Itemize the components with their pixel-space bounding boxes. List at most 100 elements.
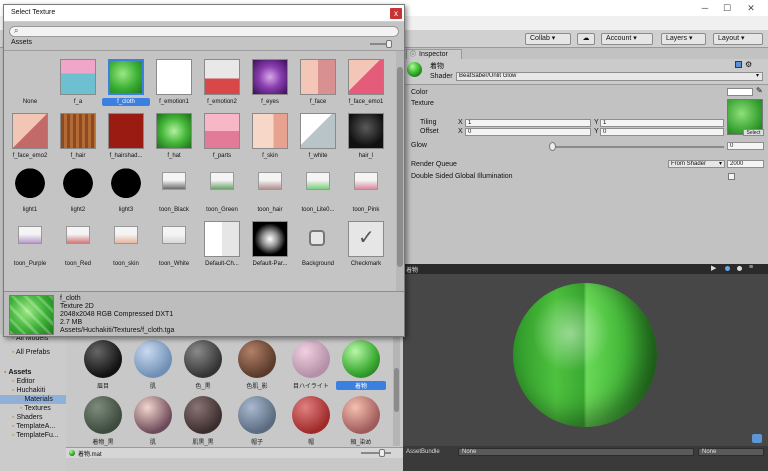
layout-button[interactable]: Layout ▾	[713, 33, 763, 45]
project-scrollbar[interactable]	[393, 336, 400, 446]
thumbnail-size-knob[interactable]	[379, 449, 385, 457]
texture-item-label: f_skin	[262, 153, 278, 159]
play-icon[interactable]: ▶	[711, 264, 716, 272]
chevron-down-icon: ▾	[718, 161, 722, 167]
texture-item[interactable]: f_white	[294, 109, 342, 169]
material-thumbnail	[84, 340, 122, 378]
tree-item[interactable]: ▪ Shaders	[0, 413, 66, 422]
texture-item[interactable]: None	[6, 55, 54, 115]
glow-slider-track[interactable]	[552, 146, 724, 148]
project-scrollbar-thumb[interactable]	[394, 368, 399, 412]
texture-item[interactable]: Default-Par...	[246, 217, 294, 277]
texture-item[interactable]: toon_Red	[54, 217, 102, 277]
texture-item[interactable]: toon_White	[150, 217, 198, 277]
texture-item[interactable]: f_a	[54, 55, 102, 115]
material-item[interactable]: 肌	[128, 396, 178, 446]
menu-icon[interactable]: ≡	[749, 264, 753, 271]
tree-item[interactable]: ▪ Editor	[0, 377, 66, 386]
dialog-zoom-knob[interactable]	[386, 40, 392, 48]
tag-icon[interactable]	[752, 434, 762, 443]
tree-item[interactable]: ▪ All Prefabs	[0, 348, 66, 357]
gear-icon[interactable]: ⚙	[745, 60, 752, 69]
cloud-icon[interactable]: ☁	[577, 33, 595, 45]
texture-item[interactable]: ✓ Checkmark	[342, 217, 390, 277]
texture-item[interactable]: f_face_emo2	[6, 109, 54, 169]
texture-item[interactable]: light2	[54, 163, 102, 223]
material-item[interactable]: 眉目	[78, 340, 128, 390]
tiling-x-field[interactable]: 1	[465, 119, 591, 127]
material-item[interactable]: 着物	[336, 340, 386, 390]
texture-item[interactable]: Default-Ch...	[198, 217, 246, 277]
texture-item[interactable]: toon_skin	[102, 217, 150, 277]
texture-item[interactable]: toon_Pink	[342, 163, 390, 223]
material-item[interactable]: 色肌_影	[232, 340, 282, 390]
material-item[interactable]: 帽	[286, 396, 336, 446]
maximize-icon[interactable]: ☐	[716, 2, 738, 14]
double-sided-gi-checkbox[interactable]	[728, 173, 735, 180]
color-swatch[interactable]	[727, 88, 753, 96]
render-queue-dropdown[interactable]: From Shader ▾	[668, 160, 725, 168]
minimize-icon[interactable]: ─	[694, 2, 716, 14]
shader-dropdown[interactable]: BeatSaber/Unlit Glow ▾	[456, 72, 763, 81]
texture-item[interactable]: f_emotion1	[150, 55, 198, 115]
thumbnail-size-slider[interactable]	[361, 452, 391, 454]
texture-item[interactable]: f_face	[294, 55, 342, 115]
tree-item[interactable]: ▪ Materials	[0, 395, 66, 404]
texture-item[interactable]: toon_Black	[150, 163, 198, 223]
texture-item[interactable]: Background	[294, 217, 342, 277]
assetbundle-dropdown[interactable]: None	[458, 448, 694, 456]
material-item[interactable]: 肌黒_黒	[178, 396, 228, 446]
texture-item[interactable]: toon_hair	[246, 163, 294, 223]
texture-item[interactable]: f_emotion2	[198, 55, 246, 115]
tree-item[interactable]: ▪ Assets	[0, 368, 66, 377]
dialog-close-button[interactable]: x	[390, 8, 402, 19]
close-window-icon[interactable]: ✕	[740, 2, 762, 14]
texture-item[interactable]: f_parts	[198, 109, 246, 169]
texture-item[interactable]: f_skin	[246, 109, 294, 169]
texture-item[interactable]: f_hat	[150, 109, 198, 169]
layers-button[interactable]: Layers ▾	[661, 33, 706, 45]
tree-item[interactable]: ▪ TemplateA...	[0, 422, 66, 431]
book-icon[interactable]	[735, 61, 742, 68]
material-item[interactable]: 色_黒	[178, 340, 228, 390]
texture-item[interactable]: f_cloth	[102, 55, 150, 115]
texture-item[interactable]: toon_Lite0...	[294, 163, 342, 223]
material-item[interactable]: 目ハイライト	[286, 340, 336, 390]
tree-item[interactable]: ▪ Huchakiti	[0, 386, 66, 395]
material-item[interactable]: 肌	[128, 340, 178, 390]
tab-inspector[interactable]: ⓘ Inspector	[406, 49, 462, 59]
eyedropper-icon[interactable]: ✎	[756, 86, 763, 95]
render-queue-value-field[interactable]: 2000	[727, 160, 764, 168]
texture-select-button[interactable]: Select	[743, 129, 764, 136]
light-icon[interactable]	[737, 266, 742, 271]
texture-item[interactable]: toon_Green	[198, 163, 246, 223]
texture-thumbnail	[354, 172, 378, 190]
texture-item[interactable]: f_face_emo1	[342, 55, 390, 115]
texture-item[interactable]: f_hairshad...	[102, 109, 150, 169]
tiling-y-label: Y	[594, 119, 599, 126]
texture-item[interactable]: hair_l	[342, 109, 390, 169]
tree-item[interactable]: ▪ TemplateFu...	[0, 431, 66, 440]
texture-item[interactable]: f_hair	[54, 109, 102, 169]
account-button[interactable]: Account ▾	[601, 33, 653, 45]
offset-y-field[interactable]: 0	[600, 128, 724, 136]
material-item[interactable]: 着物_黒	[78, 396, 128, 446]
texture-item[interactable]: f_eyes	[246, 55, 294, 115]
material-item[interactable]: 頬_染め	[336, 396, 386, 446]
texture-grid-scrollbar-thumb[interactable]	[397, 67, 403, 267]
offset-x-field[interactable]: 0	[465, 128, 591, 136]
preview-sphere[interactable]	[513, 283, 657, 427]
assetbundle-variant-dropdown[interactable]: None	[698, 448, 764, 456]
sphere-icon[interactable]	[725, 266, 730, 271]
texture-item[interactable]: light3	[102, 163, 150, 223]
tree-item[interactable]: ▪ Textures	[0, 404, 66, 413]
texture-search-input[interactable]: ⌕	[9, 26, 399, 37]
glow-slider-knob[interactable]	[549, 142, 556, 151]
texture-item[interactable]: light1	[6, 163, 54, 223]
collab-button[interactable]: Collab ▾	[525, 33, 571, 45]
texture-item[interactable]: toon_Purple	[6, 217, 54, 277]
glow-value-field[interactable]: 0	[727, 142, 764, 150]
tiling-y-field[interactable]: 1	[600, 119, 724, 127]
material-item[interactable]: 帽子	[232, 396, 282, 446]
tab-assets[interactable]: Assets	[11, 39, 32, 46]
